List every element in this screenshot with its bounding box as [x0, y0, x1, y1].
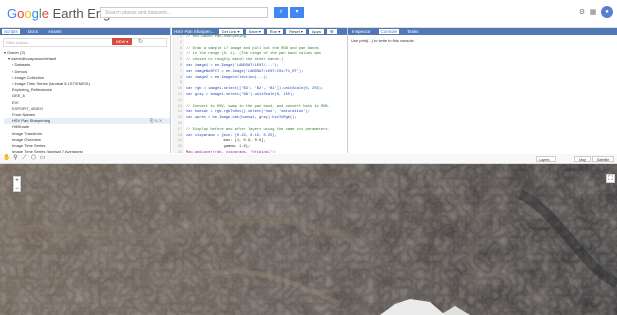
grid-icon[interactable]: ▦	[589, 9, 597, 17]
zoom-control: + −	[13, 176, 21, 192]
gear-icon[interactable]: ⚙	[326, 29, 337, 34]
editor-toolbar: HSV Pan Sharpen... Get Link ▾ Save ▾ Run…	[172, 28, 347, 35]
tab-docs[interactable]: Docs	[26, 29, 40, 34]
new-button[interactable]: NEW ▾	[112, 38, 132, 45]
code-area[interactable]: 1234567891011121314151617181920212223 //…	[172, 35, 347, 153]
code-lines[interactable]: // HSV-based Pan-Sharpening. // Grab a s…	[184, 35, 330, 153]
marker-icon[interactable]: ⚲	[12, 155, 19, 162]
tab-inspector[interactable]: Inspector	[350, 29, 373, 34]
line-icon[interactable]: ⟋	[21, 155, 28, 162]
fullscreen-icon[interactable]: ⛶	[606, 174, 615, 183]
right-tabs: Inspector Console Tasks	[348, 28, 617, 35]
left-tabs: Scripts Docs Assets	[0, 28, 170, 35]
hand-icon[interactable]: ✋	[3, 155, 10, 162]
console-output: Use print(...) to write to this console.	[351, 38, 415, 43]
code-line[interactable]: Map.addLayer(rgb, visparams, 'Original')…	[186, 151, 330, 153]
avatar[interactable]: ●	[601, 6, 613, 18]
line-number: 21	[177, 150, 182, 153]
layers-dropdown[interactable]: Layers	[536, 156, 556, 162]
script-title: HSV Pan Sharpen...	[174, 29, 215, 34]
map-view[interactable]: ✋ ⚲ ⟋ ⬠ ▭ Layers Map Satellite + − ⛶	[0, 154, 617, 315]
tab-tasks[interactable]: Tasks	[405, 29, 421, 34]
get-link-button[interactable]: Get Link ▾	[218, 29, 243, 34]
right-panel: Inspector Console Tasks Use print(...) t…	[348, 28, 617, 153]
rectangle-icon[interactable]: ▭	[39, 155, 46, 162]
tab-scripts[interactable]: Scripts	[2, 29, 20, 34]
map-type-map[interactable]: Map	[574, 156, 591, 162]
gear-icon[interactable]: ⚙	[578, 9, 586, 17]
search-input[interactable]: Search places and datasets...	[100, 7, 268, 18]
refresh-icon[interactable]: ↻	[138, 38, 143, 45]
satellite-imagery[interactable]	[0, 154, 617, 315]
top-header: Google Earth Engine Search places and da…	[0, 0, 617, 28]
map-type-satellite[interactable]: Satellite	[592, 156, 614, 162]
search-icon[interactable]: ⌕	[274, 7, 288, 18]
run-button[interactable]: Run ▾	[266, 29, 284, 34]
row-actions-icon[interactable]: ⎘ ✎ ✕	[150, 118, 162, 124]
line-numbers: 1234567891011121314151617181920212223	[172, 35, 184, 153]
zoom-out-button[interactable]: −	[14, 185, 20, 193]
code-editor-panel: HSV Pan Sharpen... Get Link ▾ Save ▾ Run…	[172, 28, 348, 153]
search-options-button[interactable]: ▾	[290, 7, 304, 18]
left-panel: Scripts Docs Assets Filter scripts... NE…	[0, 28, 171, 153]
tab-assets[interactable]: Assets	[46, 29, 64, 34]
polygon-icon[interactable]: ⬠	[30, 155, 37, 162]
script-tree-item[interactable]: Image Time Series (landsat 7 Averages)	[4, 149, 170, 153]
zoom-in-button[interactable]: +	[14, 177, 20, 185]
map-toolbar: ✋ ⚲ ⟋ ⬠ ▭ Layers Map Satellite	[0, 154, 617, 164]
save-button[interactable]: Save ▾	[245, 29, 264, 34]
script-tree: ▾ Owner (3) ▾ users/dburapanos/default › D…	[0, 50, 170, 153]
code-line[interactable]: // Display before and after layers using…	[186, 128, 330, 134]
tab-console[interactable]: Console	[378, 29, 400, 34]
reset-button[interactable]: Reset ▾	[286, 29, 306, 34]
apps-button[interactable]: Apps	[308, 29, 324, 34]
